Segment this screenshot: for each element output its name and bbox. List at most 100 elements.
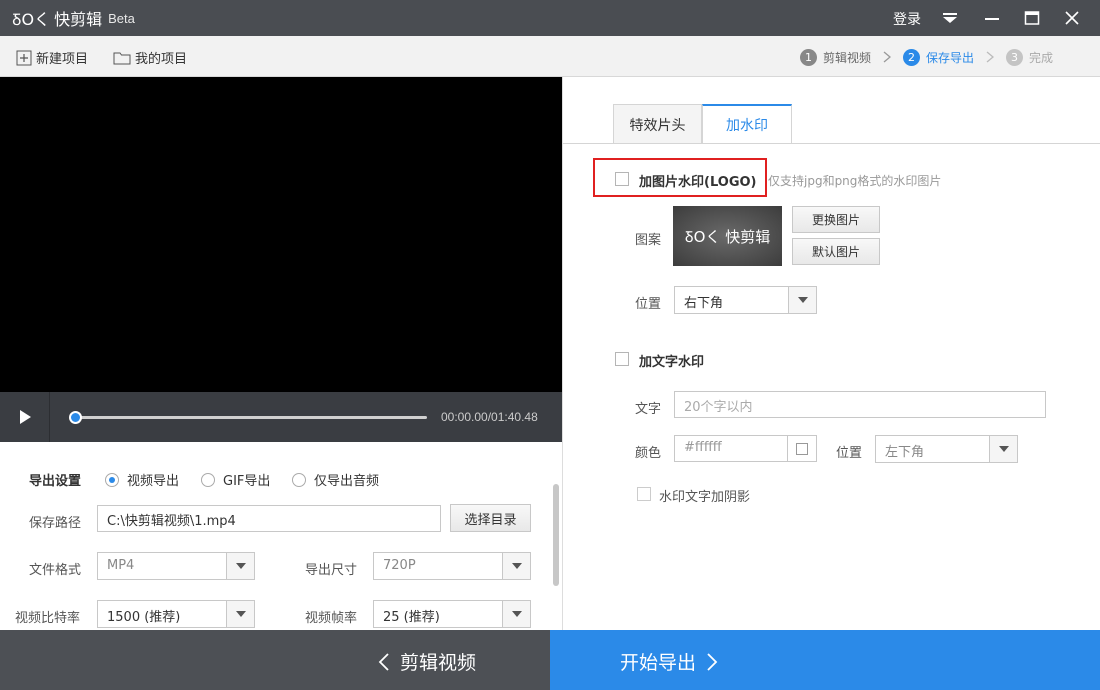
plus-box-icon — [16, 50, 32, 65]
player-controls: 00:00.00/01:40.48 — [0, 392, 562, 442]
framerate-select[interactable]: 25 (推荐) — [373, 600, 531, 628]
chevron-right-icon — [986, 51, 995, 63]
step-label: 保存导出 — [926, 50, 975, 65]
text-position-select[interactable]: 左下角 — [875, 435, 1018, 463]
minimize-icon — [985, 18, 999, 20]
back-to-edit-button[interactable]: 剪辑视频 — [0, 630, 550, 690]
text-watermark-label: 加文字水印 — [639, 355, 705, 370]
start-export-content: 开始导出 — [620, 648, 718, 675]
menu-dropdown-icon — [943, 13, 957, 23]
tab-intro-effects[interactable]: 特效片头 — [613, 104, 702, 144]
select-value: 1500 (推荐) — [107, 610, 181, 625]
bitrate-select[interactable]: 1500 (推荐) — [97, 600, 255, 628]
step-label: 剪辑视频 — [823, 50, 872, 65]
radio-circle — [201, 472, 215, 487]
save-path-input[interactable]: C:\快剪辑视频\1.mp4 — [97, 505, 441, 532]
save-path-label: 保存路径 — [29, 516, 82, 531]
start-export-button[interactable]: 开始导出 — [550, 630, 1100, 690]
chevron-right-icon — [707, 652, 718, 671]
seek-bar[interactable] — [70, 416, 427, 419]
select-value: MP4 — [107, 558, 135, 573]
chevron-down-icon — [226, 601, 254, 627]
image-watermark-checkbox[interactable] — [615, 172, 629, 186]
color-value: #ffffff — [684, 440, 722, 455]
tab-divider — [563, 143, 1100, 144]
export-settings-label: 导出设置 — [29, 474, 82, 489]
color-input[interactable]: #ffffff — [674, 435, 817, 462]
maximize-button[interactable] — [1012, 0, 1052, 36]
video-preview[interactable] — [0, 77, 562, 392]
export-settings: 导出设置 视频导出 GIF导出 仅导出音频 保存路径 C:\快剪辑视频\1.mp… — [0, 442, 562, 630]
watermark-text-input[interactable]: 20个字以内 — [674, 391, 1046, 418]
color-swatch[interactable] — [787, 436, 816, 461]
radio-label: GIF导出 — [223, 474, 271, 489]
play-button[interactable] — [0, 392, 50, 442]
login-link[interactable]: 登录 — [893, 9, 921, 29]
step-number: 3 — [1006, 48, 1024, 66]
back-button-label: 剪辑视频 — [400, 652, 477, 674]
swatch-box — [796, 442, 808, 455]
folder-icon — [113, 52, 131, 64]
chevron-down-icon — [226, 553, 254, 579]
file-format-select[interactable]: MP4 — [97, 552, 255, 580]
radio-label: 视频导出 — [127, 474, 180, 489]
image-position-select[interactable]: 右下角 — [674, 286, 817, 314]
step-number: 1 — [800, 48, 817, 66]
step-save-export: 2 保存导出 — [903, 48, 975, 66]
new-project-button[interactable]: 新建项目 — [16, 48, 88, 67]
position-label: 位置 — [635, 297, 662, 312]
text-position-label: 位置 — [836, 446, 863, 461]
close-icon — [1065, 11, 1079, 25]
image-watermark-label: 加图片水印(LOGO) — [639, 175, 757, 190]
watermark-preview-text: ꝽOく 快剪辑 — [684, 227, 771, 246]
color-label: 颜色 — [635, 446, 662, 461]
app-name: 快剪辑 — [54, 10, 103, 29]
back-button-content: 剪辑视频 — [378, 648, 476, 675]
text-watermark-checkbox[interactable] — [615, 352, 629, 366]
app-logo: ꝽOく 快剪辑 Beta — [12, 7, 135, 29]
radio-label: 仅导出音频 — [314, 474, 380, 489]
radio-audio-only[interactable]: 仅导出音频 — [292, 470, 379, 489]
framerate-label: 视频帧率 — [305, 611, 358, 626]
chevron-down-icon — [788, 287, 816, 313]
bitrate-label: 视频比特率 — [15, 611, 81, 626]
select-value: 左下角 — [885, 445, 925, 460]
select-value: 25 (推荐) — [383, 610, 440, 625]
choose-directory-button[interactable]: 选择目录 — [450, 504, 531, 532]
maximize-icon — [1024, 11, 1040, 25]
export-steps: 1 剪辑视频 2 保存导出 3 完成 — [800, 47, 1053, 67]
seek-handle[interactable] — [69, 411, 82, 424]
radio-circle — [292, 472, 306, 487]
radio-video-export[interactable]: 视频导出 — [105, 470, 179, 489]
replace-image-button[interactable]: 更换图片 — [792, 206, 880, 233]
logo-mark: ꝽOく — [12, 10, 51, 29]
select-value: 720P — [383, 558, 416, 573]
export-size-select[interactable]: 720P — [373, 552, 531, 580]
step-label: 完成 — [1029, 50, 1054, 65]
step-edit-video[interactable]: 1 剪辑视频 — [800, 48, 872, 66]
step-complete: 3 完成 — [1006, 48, 1054, 66]
close-button[interactable] — [1052, 0, 1092, 36]
chevron-down-icon — [502, 601, 530, 627]
play-icon — [19, 410, 31, 424]
export-size-label: 导出尺寸 — [305, 563, 358, 578]
select-value: 右下角 — [684, 296, 724, 311]
text-shadow-checkbox[interactable] — [637, 487, 651, 501]
image-format-hint: 仅支持jpg和png格式的水印图片 — [768, 174, 942, 188]
radio-gif-export[interactable]: GIF导出 — [201, 470, 270, 489]
chevron-left-icon — [378, 652, 389, 671]
beta-label: Beta — [108, 10, 135, 26]
title-bar: ꝽOく 快剪辑 Beta 登录 — [0, 0, 1100, 36]
chevron-down-icon — [989, 436, 1017, 462]
my-projects-button[interactable]: 我的项目 — [113, 48, 187, 67]
default-image-button[interactable]: 默认图片 — [792, 238, 880, 265]
pattern-label: 图案 — [635, 233, 662, 248]
tab-add-watermark[interactable]: 加水印 — [702, 104, 792, 144]
watermark-image-preview: ꝽOく 快剪辑 — [673, 206, 782, 266]
my-projects-label: 我的项目 — [135, 52, 188, 67]
text-label: 文字 — [635, 402, 662, 417]
settings-scrollbar[interactable] — [553, 484, 559, 586]
menu-button[interactable] — [930, 0, 970, 36]
minimize-button[interactable] — [972, 0, 1012, 36]
new-project-label: 新建项目 — [36, 52, 89, 67]
